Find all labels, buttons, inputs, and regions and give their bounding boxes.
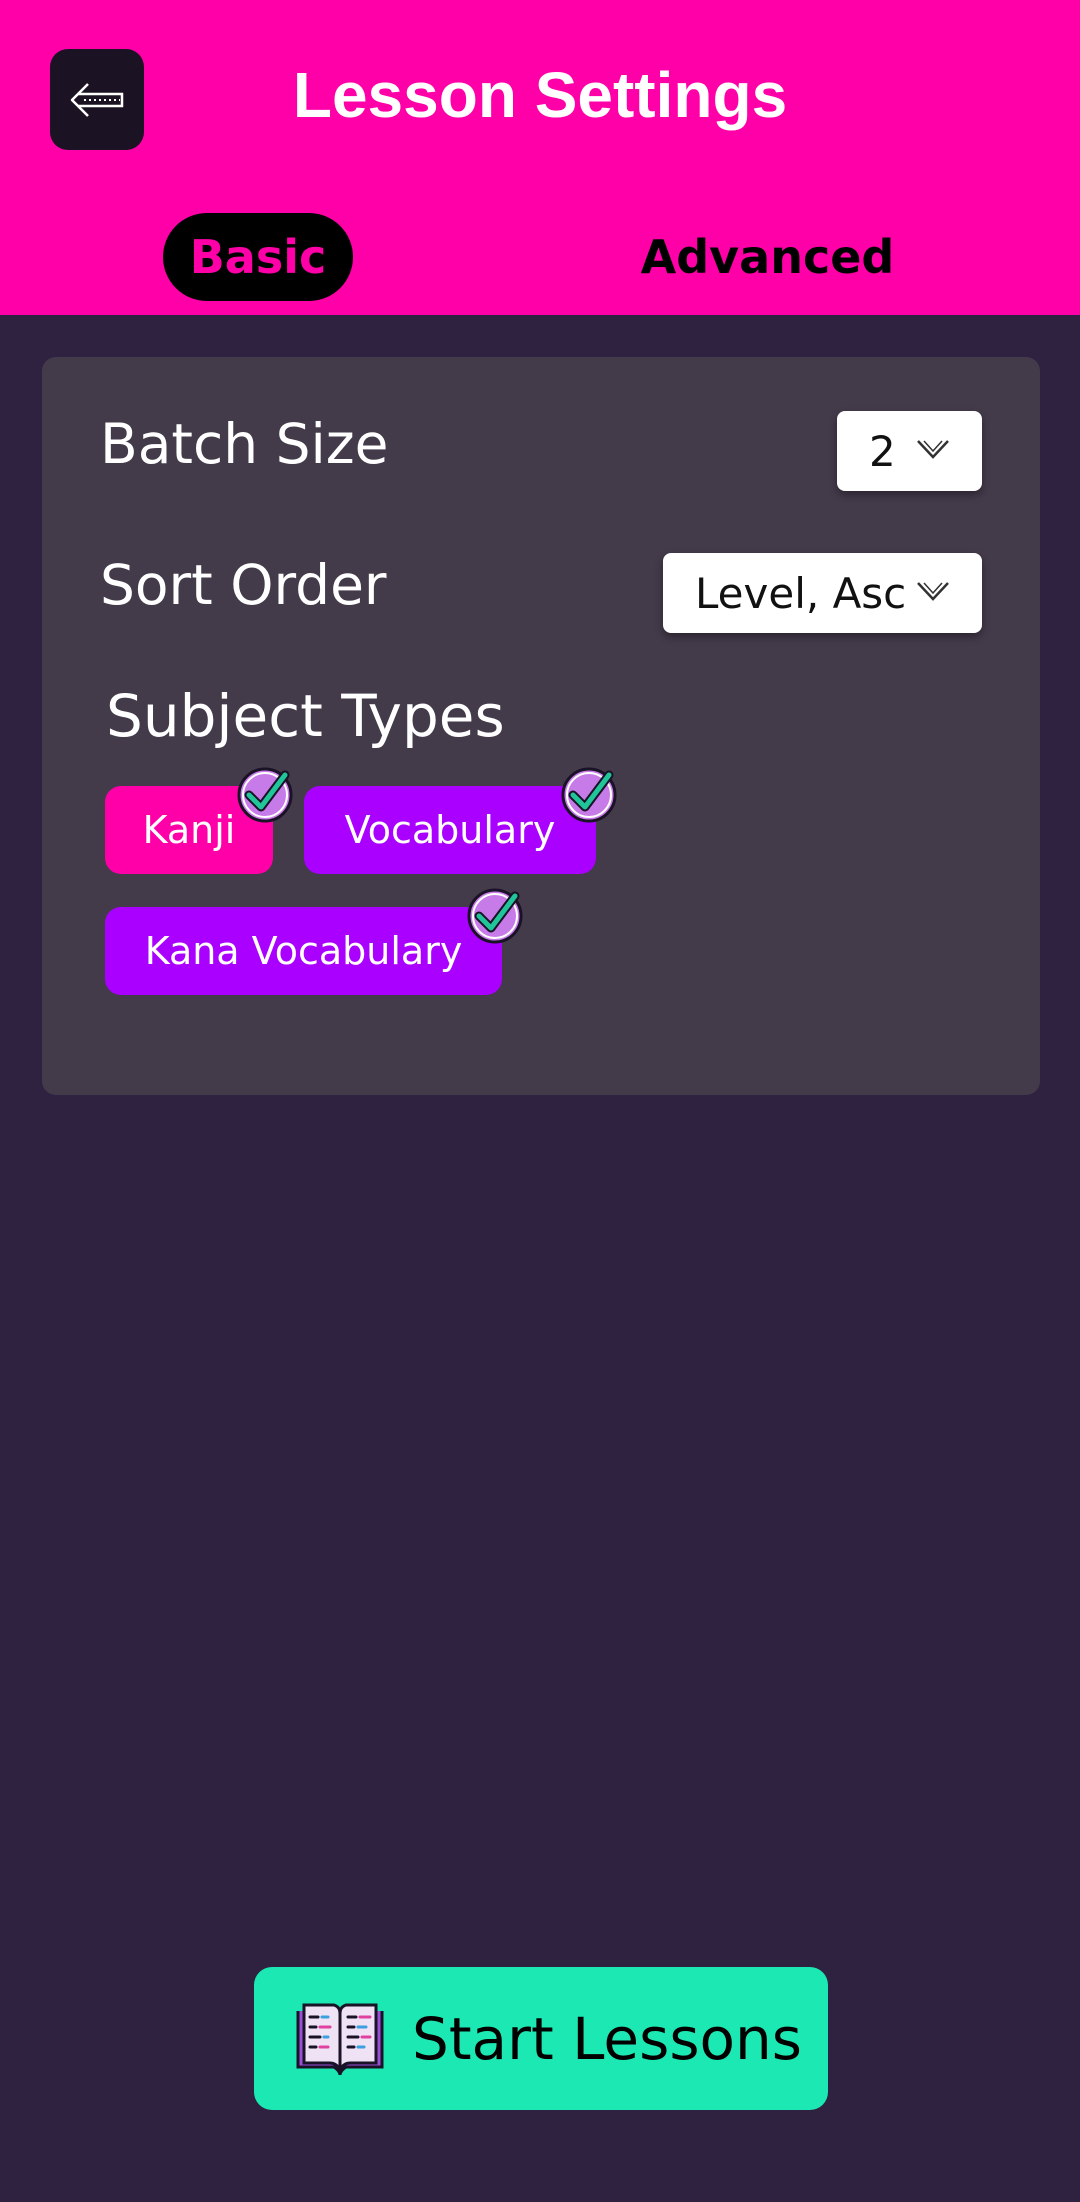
- chevron-down-icon: [917, 582, 949, 601]
- batch-size-label: Batch Size: [100, 412, 389, 476]
- subject-chip-vocabulary[interactable]: Vocabulary: [304, 786, 596, 874]
- tab-advanced[interactable]: Advanced: [620, 213, 915, 301]
- tab-basic[interactable]: Basic: [163, 213, 353, 301]
- open-book-icon: [296, 2003, 384, 2075]
- start-lessons-label: Start Lessons: [412, 2004, 802, 2073]
- checkmark-icon: [237, 767, 293, 823]
- checkmark-icon: [467, 888, 523, 944]
- chevron-down-icon: [917, 440, 949, 459]
- start-lessons-button[interactable]: Start Lessons: [254, 1967, 828, 2110]
- subject-types-title: Subject Types: [106, 682, 505, 750]
- sort-order-label: Sort Order: [100, 553, 387, 617]
- batch-size-value: 2: [869, 426, 896, 476]
- sort-order-select[interactable]: Level, Asc: [663, 553, 982, 633]
- sort-order-value: Level, Asc: [695, 568, 907, 618]
- batch-size-select[interactable]: 2: [837, 411, 982, 491]
- page-title: Lesson Settings: [292, 59, 788, 131]
- header-bar: Lesson Settings Basic Advanced: [0, 0, 1080, 315]
- checkmark-icon: [561, 767, 617, 823]
- subject-chip-kana-vocabulary[interactable]: Kana Vocabulary: [105, 907, 502, 995]
